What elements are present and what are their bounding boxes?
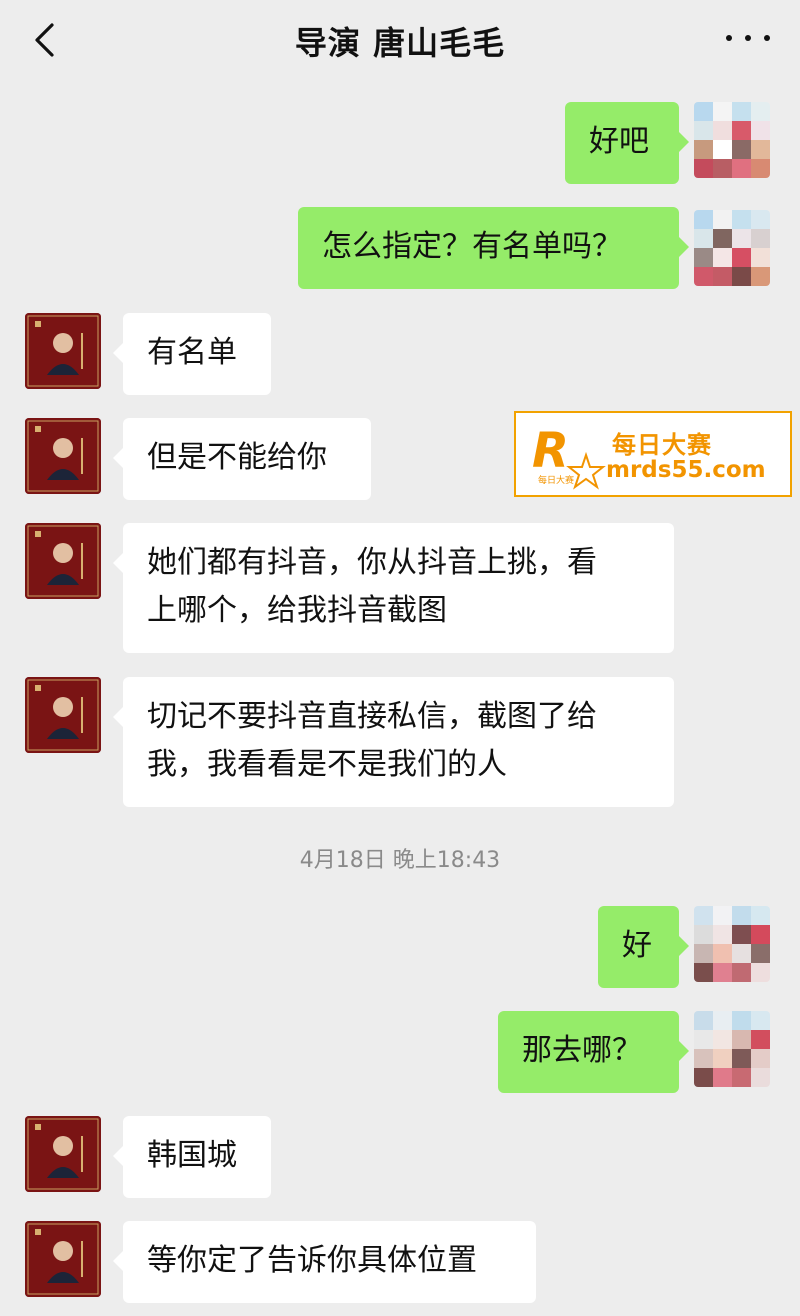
message-text: 韩国城: [147, 1138, 237, 1173]
more-dot-icon: [764, 35, 770, 41]
message-bubble-self[interactable]: 好吧: [565, 102, 689, 184]
chat-header: 导演 唐山毛毛: [0, 0, 800, 80]
message-text: 那去哪？: [522, 1033, 642, 1068]
person-portrait-icon: [25, 418, 101, 494]
contact-avatar[interactable]: [25, 418, 101, 494]
more-dot-icon: [745, 35, 751, 41]
contact-avatar[interactable]: [25, 1116, 101, 1192]
message-text-line: 她们都有抖音，你从抖音上挑，看: [147, 545, 597, 580]
message-timestamp: 4月18日 晚上18:43: [299, 848, 501, 873]
message-text: 有名单: [147, 335, 237, 370]
self-avatar[interactable]: [694, 210, 770, 286]
message-bubble-self[interactable]: 怎么指定？有名单吗？: [298, 207, 689, 289]
message-text: 等你定了告诉你具体位置: [147, 1243, 477, 1278]
contact-avatar[interactable]: [25, 523, 101, 599]
message-bubble-self[interactable]: 好: [598, 906, 689, 988]
message-bubble-contact[interactable]: 切记不要抖音直接私信，截图了给 我，我看看是不是我们的人: [113, 677, 674, 807]
contact-avatar[interactable]: [25, 677, 101, 753]
message-bubble-contact[interactable]: 等你定了告诉你具体位置: [113, 1221, 536, 1303]
watermark-badge: R 每日大赛 每日大赛 mrds55.com: [514, 411, 792, 497]
watermark-logo-icon: R 每日大赛: [532, 423, 606, 490]
message-bubble-contact[interactable]: 她们都有抖音，你从抖音上挑，看 上哪个，给我抖音截图: [113, 523, 674, 653]
person-portrait-icon: [25, 313, 101, 389]
message-text-line: 我，我看看是不是我们的人: [147, 747, 507, 782]
more-dot-icon: [726, 35, 732, 41]
message-text: 好吧: [589, 124, 649, 159]
message-text-line: 上哪个，给我抖音截图: [147, 593, 447, 628]
self-avatar[interactable]: [694, 102, 770, 178]
message-bubble-contact[interactable]: 但是不能给你: [113, 418, 371, 500]
message-bubble-contact[interactable]: 韩国城: [113, 1116, 271, 1198]
self-avatar[interactable]: [694, 1011, 770, 1087]
watermark-logo-letter: R: [532, 423, 569, 479]
message-text-line: 切记不要抖音直接私信，截图了给: [147, 699, 597, 734]
self-avatar[interactable]: [694, 906, 770, 982]
chat-title: 导演 唐山毛毛: [294, 24, 506, 62]
contact-avatar[interactable]: [25, 313, 101, 389]
person-portrait-icon: [25, 1221, 101, 1297]
message-bubble-contact[interactable]: 有名单: [113, 313, 271, 395]
person-portrait-icon: [25, 677, 101, 753]
message-text: 但是不能给你: [147, 440, 327, 475]
watermark-name: 每日大赛: [612, 431, 712, 459]
person-portrait-icon: [25, 1116, 101, 1192]
message-bubble-self[interactable]: 那去哪？: [498, 1011, 689, 1093]
person-portrait-icon: [25, 523, 101, 599]
contact-avatar[interactable]: [25, 1221, 101, 1297]
message-text: 怎么指定？有名单吗？: [322, 229, 622, 264]
more-options-button[interactable]: [726, 28, 770, 48]
watermark-url: mrds55.com: [606, 457, 766, 483]
watermark-logo-text: 每日大赛: [538, 474, 574, 486]
message-text: 好: [622, 928, 652, 963]
